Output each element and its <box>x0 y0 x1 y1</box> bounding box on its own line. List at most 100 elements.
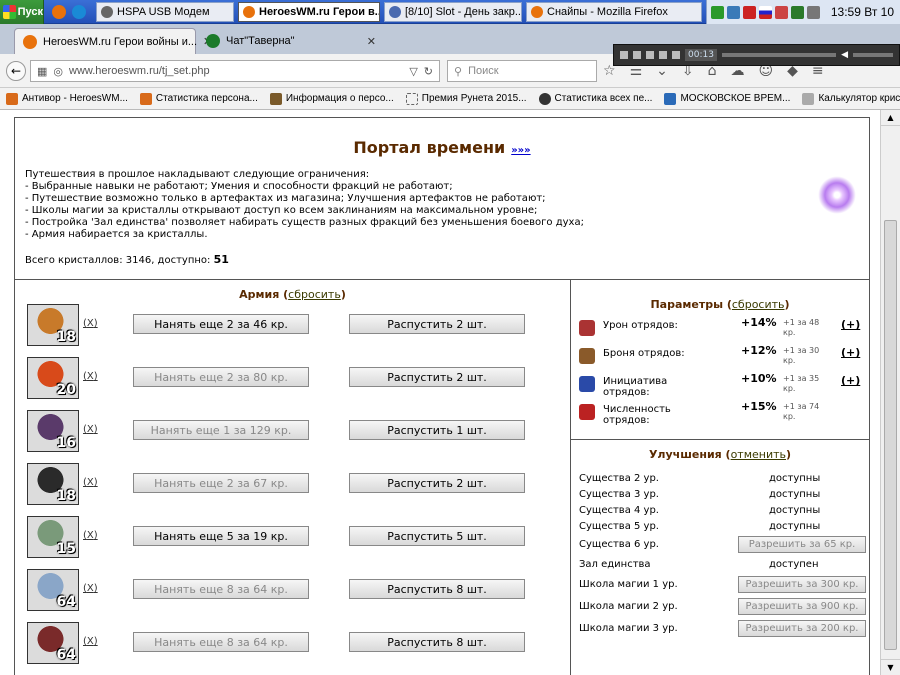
close-tab-icon[interactable]: ✕ <box>367 35 376 48</box>
bookmark-item[interactable]: Статистика всех пе... <box>538 92 653 105</box>
remove-unit-link[interactable]: (X) <box>83 477 98 488</box>
bookmark-item[interactable]: Информация о персо... <box>269 92 394 105</box>
play-icon[interactable] <box>633 51 641 59</box>
tab-heroeswm[interactable]: HeroesWM.ru Герои войны и...✕ <box>14 28 212 54</box>
url-bar[interactable]: ▦ ◎ www.heroeswm.ru/tj_set.php ▽ ↻ <box>30 60 440 82</box>
reload-icon[interactable]: ↻ <box>424 65 433 78</box>
tab-tavern-chat[interactable]: Чат"Таверна" ✕ <box>198 28 384 54</box>
reader-icon[interactable]: ▦ <box>37 65 47 78</box>
taskbar-window-modem[interactable]: HSPA USB Модем <box>96 2 234 22</box>
allow-upgrade-button[interactable]: Разрешить за 65 кр. <box>738 536 866 553</box>
upgrade-name: Существа 6 ур. <box>579 539 659 550</box>
taskbar-window-label: HeroesWM.ru Герои в... <box>259 6 380 18</box>
speaker-icon[interactable]: ◀ <box>841 50 848 60</box>
remove-unit-link[interactable]: (X) <box>83 583 98 594</box>
crystals-label: Всего кристаллов: 3146, доступно: <box>25 255 211 266</box>
increase-parameter-link[interactable]: (+) <box>841 318 860 331</box>
firefox-icon <box>243 6 255 18</box>
upgrade-name: Существа 5 ур. <box>579 521 659 532</box>
dismiss-button[interactable]: Распустить 2 шт. <box>349 473 525 493</box>
url-text[interactable]: www.heroeswm.ru/tj_set.php <box>69 65 403 77</box>
scroll-up-icon[interactable]: ▲ <box>881 110 900 126</box>
allow-upgrade-button[interactable]: Разрешить за 300 кр. <box>738 576 866 593</box>
hire-button[interactable]: Нанять еще 5 за 19 кр. <box>133 526 309 546</box>
signal-icon[interactable] <box>727 5 740 19</box>
rule-line: - Армия набирается за кристаллы. <box>25 229 208 240</box>
media-player-bar: 00:13 ◀ <box>613 44 900 66</box>
stop-icon[interactable] <box>659 51 667 59</box>
bookmark-item[interactable]: Калькулятор криста... <box>802 92 900 105</box>
dismiss-button[interactable]: Распустить 8 шт. <box>349 632 525 652</box>
hire-button[interactable]: Нанять еще 2 за 46 кр. <box>133 314 309 334</box>
prev-icon[interactable] <box>620 51 628 59</box>
allow-upgrade-button[interactable]: Разрешить за 200 кр. <box>738 620 866 637</box>
bookmark-item[interactable]: Антивор - HeroesWM... <box>6 92 128 105</box>
search-box[interactable]: ⚲ Поиск <box>447 60 597 82</box>
bookmark-item[interactable]: Премия Рунета 2015... <box>405 92 527 105</box>
modem-icon <box>101 6 113 18</box>
hire-button: Нанять еще 8 за 64 кр. <box>133 632 309 652</box>
dismiss-button[interactable]: Распустить 8 шт. <box>349 579 525 599</box>
allow-upgrade-button[interactable]: Разрешить за 900 кр. <box>738 598 866 615</box>
start-button[interactable]: Пуск <box>0 0 44 24</box>
scroll-down-icon[interactable]: ▼ <box>881 659 900 675</box>
volume-slider[interactable] <box>853 53 893 57</box>
dismiss-button[interactable]: Распустить 5 шт. <box>349 526 525 546</box>
firefox-icon <box>531 6 543 18</box>
page-scrollbar[interactable]: ▲ ▼ <box>880 110 900 675</box>
army-title-text: Армия <box>239 288 280 301</box>
creature-count: 64 <box>56 647 76 663</box>
volume-icon[interactable] <box>807 5 820 19</box>
crystals-available: 51 <box>213 253 229 266</box>
bookmark-favicon-icon <box>802 92 815 105</box>
army-reset-link[interactable]: сбросить <box>288 288 341 301</box>
upgrade-row: Школа магии 3 ур. Разрешить за 200 кр. <box>579 620 869 637</box>
bookmarks-bar: Антивор - HeroesWM... Статистика персона… <box>0 88 900 110</box>
dropdown-arrow-icon[interactable]: ▽ <box>409 65 417 78</box>
remove-unit-link[interactable]: (X) <box>83 318 98 329</box>
increase-parameter-link[interactable]: (+) <box>841 346 860 359</box>
parameter-value: +15% <box>741 400 777 413</box>
next-icon[interactable] <box>672 51 680 59</box>
crystal-totals: Всего кристаллов: 3146, доступно: 51 <box>25 253 859 266</box>
start-label: Пуск <box>17 6 43 18</box>
antivirus-icon[interactable] <box>743 5 756 19</box>
upgrade-name: Существа 3 ур. <box>579 489 659 500</box>
upgrade-status: доступны <box>769 521 821 532</box>
media-seek-slider[interactable] <box>721 53 837 57</box>
bookmark-label: Антивор - HeroesWM... <box>22 93 128 104</box>
system-tray: 13:59 Вт 10 <box>706 0 900 24</box>
remove-unit-link[interactable]: (X) <box>83 424 98 435</box>
taskbar-window-heroeswm[interactable]: HeroesWM.ru Герои в... <box>238 2 380 22</box>
remove-unit-link[interactable]: (X) <box>83 636 98 647</box>
dismiss-button[interactable]: Распустить 2 шт. <box>349 314 525 334</box>
tray-app-icon[interactable] <box>791 5 804 19</box>
tray-app-icon[interactable] <box>775 5 788 19</box>
remove-unit-label: X <box>86 530 94 541</box>
creature-portrait: 64 <box>27 622 79 664</box>
parameters-reset-link[interactable]: сбросить <box>732 298 785 311</box>
remove-unit-link[interactable]: (X) <box>83 371 98 382</box>
language-flag-icon[interactable] <box>759 5 772 19</box>
dismiss-button[interactable]: Распустить 1 шт. <box>349 420 525 440</box>
back-icon[interactable]: ← <box>6 61 26 81</box>
remove-unit-link[interactable]: (X) <box>83 530 98 541</box>
rule-line: - Постройка 'Зал единства' позволяет наб… <box>25 217 584 228</box>
taskbar-window-snipe[interactable]: Снайпы - Mozilla Firefox <box>526 2 702 22</box>
bookmark-item[interactable]: Статистика персона... <box>139 92 258 105</box>
dismiss-button[interactable]: Распустить 2 шт. <box>349 367 525 387</box>
skype-icon[interactable] <box>72 5 86 19</box>
upgrade-row: Школа магии 1 ур. Разрешить за 300 кр. <box>579 576 869 593</box>
upgrades-cancel-link[interactable]: отменить <box>731 448 786 461</box>
network-icon[interactable] <box>711 5 724 19</box>
upgrade-row: Школа магии 2 ур. Разрешить за 900 кр. <box>579 598 869 615</box>
bookmark-label: Статистика всех пе... <box>554 93 653 104</box>
portal-more-link[interactable]: »»» <box>511 145 530 156</box>
increase-parameter-link[interactable]: (+) <box>841 374 860 387</box>
pause-icon[interactable] <box>646 51 654 59</box>
taskbar-window-slot[interactable]: [8/10] Slot - День закр... <box>384 2 522 22</box>
firefox-icon[interactable] <box>52 5 66 19</box>
bookmark-favicon-icon <box>538 92 551 105</box>
bookmark-item[interactable]: МОСКОВСКОЕ ВРЕМ... <box>664 92 790 105</box>
scrollbar-thumb[interactable] <box>884 220 897 650</box>
